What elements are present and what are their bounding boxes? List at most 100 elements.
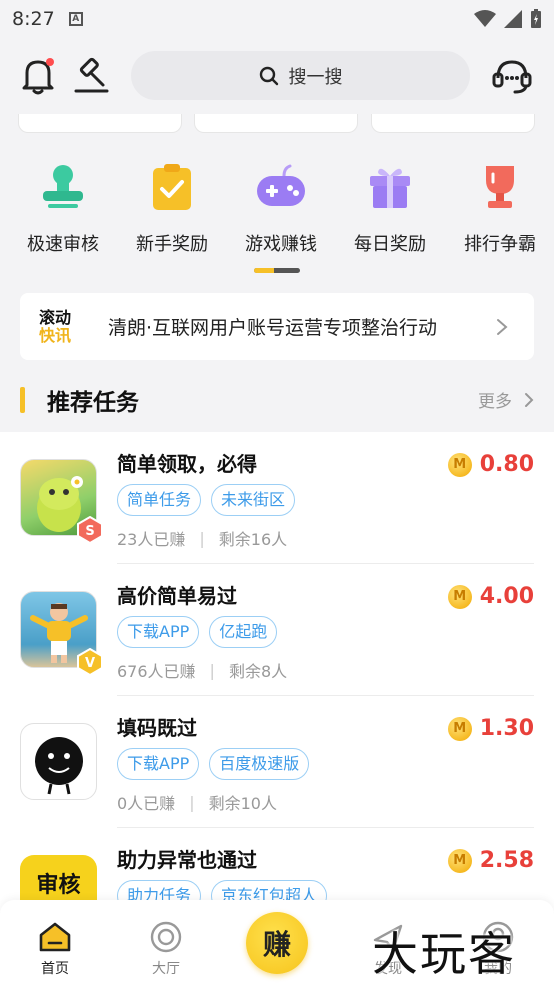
nav-home[interactable]: 首页: [15, 920, 95, 978]
news-badge-line2: 快讯: [38, 325, 71, 345]
trophy-icon: [486, 166, 514, 208]
notification-dot: [46, 58, 54, 66]
watermark: 大玩客: [372, 927, 516, 981]
nav-label: 首页: [41, 961, 69, 977]
banner-card-3[interactable]: [371, 114, 535, 133]
task-tag: 百度极速版: [209, 748, 310, 780]
furball-image: [35, 737, 83, 795]
coin-icon: M: [447, 716, 472, 741]
banner-card-1[interactable]: [18, 114, 182, 133]
status-right-icons: [474, 9, 542, 29]
news-ticker[interactable]: 滚动 快讯 清朗·互联网用户账号运营专项整治行动: [20, 293, 534, 360]
entry-label: 新手奖励: [136, 234, 208, 255]
task-stats: 23人已赚 | 剩余16人: [117, 526, 287, 550]
hammer-icon: [74, 57, 109, 93]
task-title: 简单领取，必得: [117, 452, 257, 476]
thumb-text: 审核: [36, 873, 81, 898]
task-tag: 下载APP: [117, 748, 200, 780]
entry-game-earn[interactable]: 游戏赚钱: [231, 160, 331, 256]
banner-card-2[interactable]: [194, 114, 358, 133]
level-s-badge-icon: S: [77, 516, 103, 544]
task-remaining: 剩余8人: [228, 662, 288, 681]
signal-icon: [504, 10, 522, 28]
task-tags: 下载APP 亿起跑: [117, 616, 278, 648]
more-label: 更多: [478, 392, 512, 412]
task-tags: 下载APP 百度极速版: [117, 748, 310, 780]
task-thumbnail: [20, 723, 97, 800]
entry-label: 每日奖励: [354, 234, 426, 255]
task-reward: M 4.00: [447, 584, 534, 609]
task-reward: M 0.80: [447, 452, 534, 477]
task-reward: M 1.30: [447, 716, 534, 741]
level-v-badge-icon: V: [77, 648, 103, 676]
reward-amount: 0.80: [479, 452, 534, 477]
search-icon: [259, 66, 278, 85]
reward-amount: 1.30: [479, 716, 534, 741]
status-time: 8:27: [12, 8, 55, 30]
reward-amount: 2.58: [479, 848, 534, 873]
notification-button[interactable]: [16, 54, 60, 98]
search-input[interactable]: 搜一搜: [131, 51, 470, 100]
nav-label: 大厅: [152, 961, 180, 977]
task-remaining: 剩余16人: [218, 530, 288, 549]
news-badge-line1: 滚动: [38, 307, 71, 327]
clipboard-check-icon: [153, 164, 191, 210]
task-earned-count: 676人已赚: [117, 662, 196, 681]
customer-service-button[interactable]: [490, 54, 534, 98]
customer-service-icon: [492, 60, 532, 94]
gamepad-icon: [257, 164, 305, 206]
task-badge-letter: V: [85, 656, 95, 671]
page-indicator: [254, 268, 300, 273]
entry-fast-review[interactable]: 极速审核: [13, 160, 113, 256]
earn-button[interactable]: 赚: [246, 912, 308, 974]
stamp-icon: [43, 165, 83, 208]
task-item[interactable]: S 简单领取，必得 简单任务 未来街区 23人已赚 | 剩余16人 M 0.80: [0, 432, 554, 564]
search-placeholder: 搜一搜: [288, 66, 343, 88]
wifi-icon: [474, 10, 496, 27]
task-item[interactable]: 填码既过 下载APP 百度极速版 0人已赚 | 剩余10人 M 1.30: [0, 696, 554, 828]
section-title: 推荐任务: [47, 390, 139, 416]
stats-separator: |: [189, 792, 195, 812]
task-title: 助力异常也通过: [117, 848, 257, 872]
auction-button[interactable]: [70, 54, 114, 98]
target-icon: [150, 921, 182, 953]
task-tag: 简单任务: [117, 484, 202, 516]
chevron-right-icon: [497, 318, 508, 335]
task-earned-count: 23人已赚: [117, 530, 186, 549]
gift-icon: [370, 168, 410, 208]
coin-icon: M: [447, 848, 472, 873]
task-reward: M 2.58: [447, 848, 534, 873]
section-header: 推荐任务: [20, 382, 139, 418]
task-title: 高价简单易过: [117, 584, 237, 608]
entry-label: 极速审核: [27, 234, 99, 255]
stats-separator: |: [199, 528, 205, 548]
chevron-right-icon: [525, 392, 534, 407]
task-tag: 未来街区: [211, 484, 296, 516]
battery-icon: [531, 9, 541, 28]
quick-entries: 极速审核 新手奖励 游戏赚钱 每日奖励 排行争霸: [0, 150, 554, 260]
task-title: 填码既过: [117, 716, 197, 740]
task-tag: 亿起跑: [209, 616, 278, 648]
task-tags: 简单任务 未来街区: [117, 484, 296, 516]
reward-amount: 4.00: [479, 584, 534, 609]
sim-indicator-icon: A: [68, 12, 83, 26]
news-badge: 滚动 快讯: [30, 307, 80, 345]
nav-hall[interactable]: 大厅: [126, 920, 206, 978]
entry-ranking[interactable]: 排行争霸: [450, 160, 550, 256]
coin-icon: M: [447, 584, 472, 609]
task-item[interactable]: V 高价简单易过 下载APP 亿起跑 676人已赚 | 剩余8人 M 4.00: [0, 564, 554, 696]
stats-separator: |: [209, 660, 215, 680]
task-badge-letter: S: [85, 524, 94, 539]
page-indicator-fill: [254, 268, 274, 273]
task-tag: 下载APP: [117, 616, 200, 648]
more-link[interactable]: 更多: [478, 387, 534, 412]
task-list: S 简单领取，必得 简单任务 未来街区 23人已赚 | 剩余16人 M 0.80: [0, 432, 554, 912]
entry-daily-reward[interactable]: 每日奖励: [340, 160, 440, 256]
entry-newbie-reward[interactable]: 新手奖励: [122, 160, 222, 256]
home-icon: [39, 922, 71, 952]
status-bar: 8:27 A: [0, 0, 554, 38]
task-stats: 676人已赚 | 剩余8人: [117, 658, 287, 682]
coin-icon: M: [447, 452, 472, 477]
task-earned-count: 0人已赚: [117, 794, 176, 813]
news-text: 清朗·互联网用户账号运营专项整治行动: [108, 317, 438, 339]
